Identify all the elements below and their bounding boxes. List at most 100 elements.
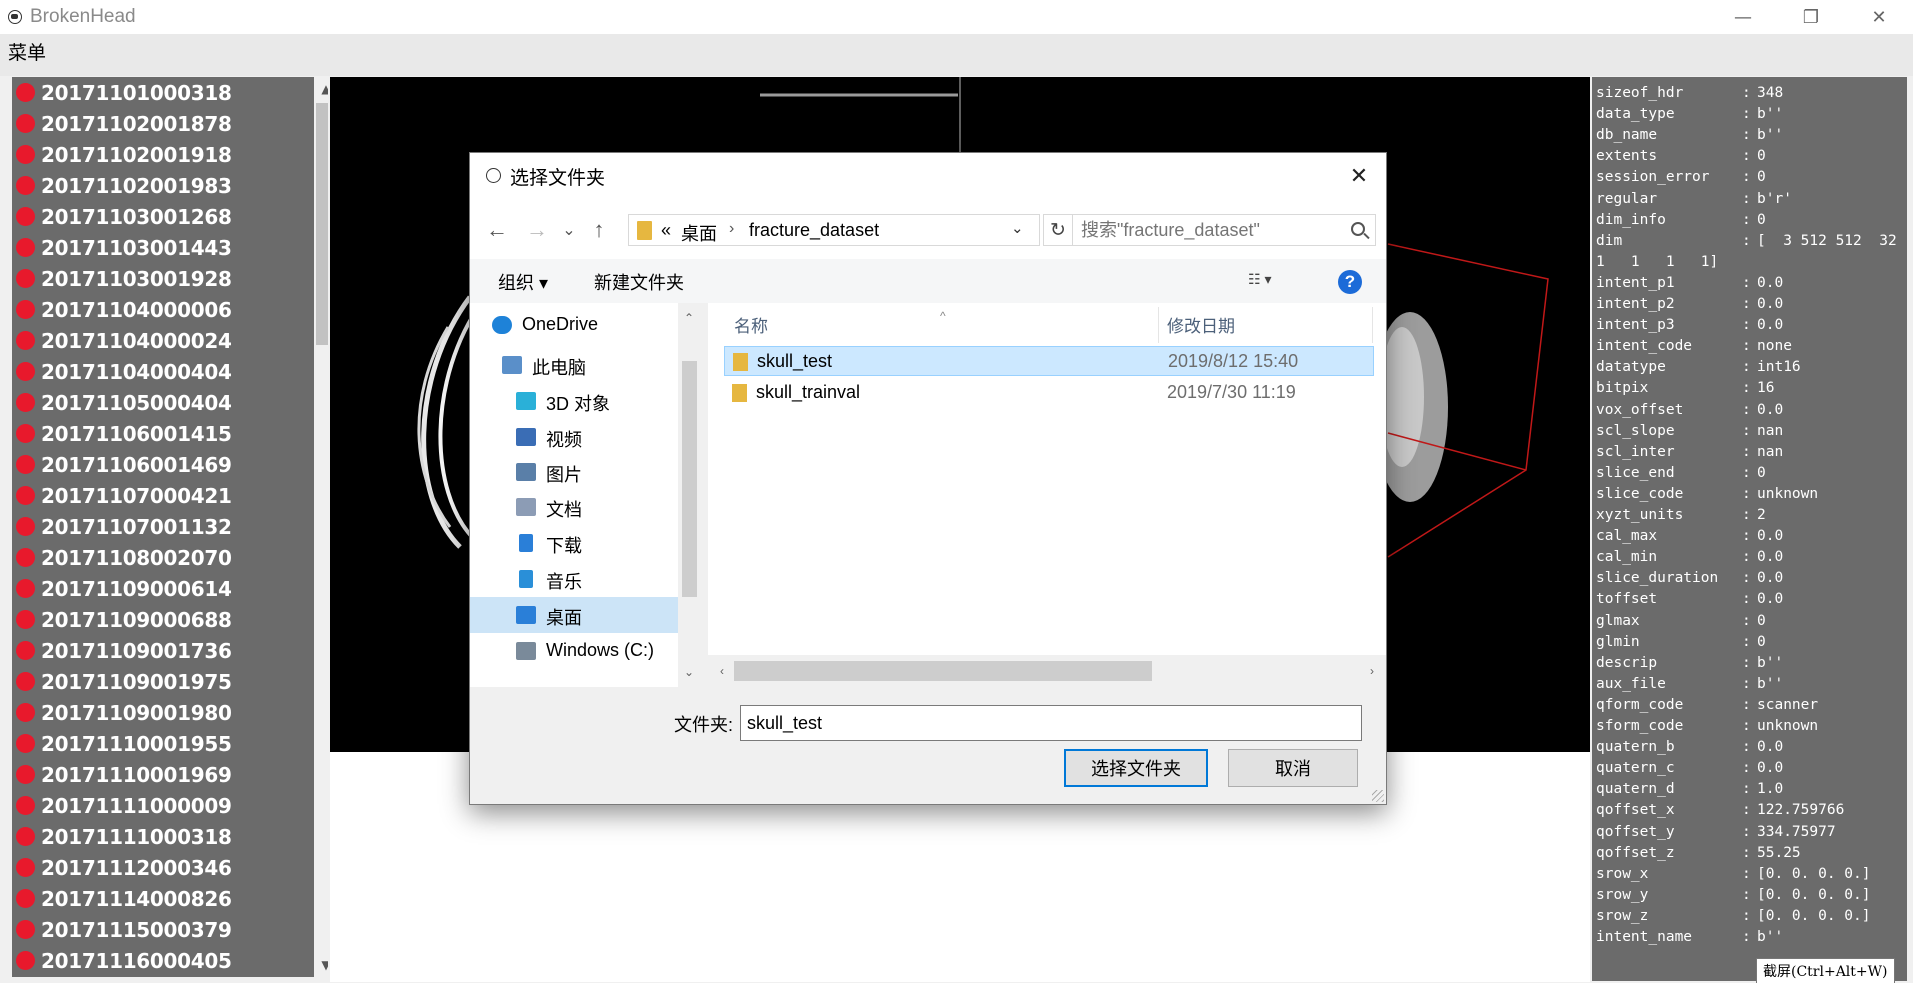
case-list-item[interactable]: 20171102001983 — [12, 170, 302, 201]
status-dot-icon — [16, 300, 35, 319]
status-dot-icon — [16, 920, 35, 939]
nav-item-download[interactable]: 下载 — [470, 525, 678, 561]
nav-item-desktop[interactable]: 桌面 — [470, 597, 678, 633]
case-list-item[interactable]: 20171106001415 — [12, 418, 302, 449]
nav-item-music[interactable]: 音乐 — [470, 561, 678, 597]
search-icon[interactable] — [1351, 222, 1365, 236]
case-list-item[interactable]: 20171110001955 — [12, 728, 302, 759]
nav-item-video[interactable]: 视频 — [470, 419, 678, 455]
case-list-item[interactable]: 20171108002070 — [12, 542, 302, 573]
case-list-item[interactable]: 20171114000826 — [12, 883, 302, 914]
recent-locations-icon[interactable]: ⌄ — [554, 215, 584, 245]
case-list-item[interactable]: 20171106001469 — [12, 449, 302, 480]
chevron-right-icon[interactable]: › — [729, 220, 734, 238]
address-overflow[interactable]: « — [661, 220, 671, 241]
case-list-item[interactable]: 20171103001268 — [12, 201, 302, 232]
case-list-item[interactable]: 20171109000688 — [12, 604, 302, 635]
case-list-item[interactable]: 20171102001878 — [12, 108, 302, 139]
case-list-item[interactable]: 20171115000379 — [12, 914, 302, 945]
dialog-close-button[interactable]: ✕ — [1344, 161, 1374, 191]
cancel-button[interactable]: 取消 — [1228, 749, 1358, 787]
case-list-item[interactable]: 20171101000318 — [12, 77, 302, 108]
search-box[interactable] — [1072, 214, 1376, 246]
scroll-down-arrow-icon[interactable]: ⌄ — [678, 661, 700, 683]
nav-item-pc[interactable]: 此电脑 — [470, 347, 678, 383]
address-bar[interactable]: « 桌面 › fracture_dataset ⌄ — [628, 214, 1040, 246]
scroll-down-arrow-icon[interactable]: ▼ — [314, 953, 328, 977]
case-list-item[interactable]: 20171110001969 — [12, 759, 302, 790]
case-list-item[interactable]: 20171111000318 — [12, 821, 302, 852]
nav-item-cloud[interactable]: OneDrive — [470, 307, 678, 343]
case-list-item[interactable]: 20171109001980 — [12, 697, 302, 728]
back-arrow-icon[interactable]: ← — [482, 215, 512, 245]
close-button[interactable]: ✕ — [1845, 0, 1913, 34]
breadcrumb-desktop[interactable]: 桌面 — [681, 220, 717, 246]
resize-grip-icon[interactable] — [1372, 790, 1384, 802]
nav-scroll-thumb[interactable] — [682, 361, 697, 597]
case-list-item[interactable]: 20171103001443 — [12, 232, 302, 263]
scroll-thumb[interactable] — [316, 103, 328, 345]
nav-item-drive[interactable]: Windows (C:) — [470, 633, 678, 669]
scroll-right-arrow-icon[interactable]: › — [1362, 661, 1382, 681]
header-field-value: 0 — [1757, 612, 1766, 629]
case-list-item[interactable]: 20171107000421 — [12, 480, 302, 511]
case-list-item[interactable]: 20171104000006 — [12, 294, 302, 325]
case-list-item[interactable]: 20171102001918 — [12, 139, 302, 170]
header-field-key: cal_max — [1596, 528, 1658, 545]
case-list-item[interactable]: 20171111000009 — [12, 790, 302, 821]
new-folder-button[interactable]: 新建文件夹 — [594, 269, 684, 295]
help-icon[interactable]: ? — [1338, 270, 1362, 294]
download-icon — [519, 534, 533, 552]
menu-main[interactable]: 菜单 — [8, 38, 46, 65]
case-list-item[interactable]: 20171105000404 — [12, 387, 302, 418]
header-field-row: intent_name: b'' — [1596, 927, 1783, 948]
case-list-item[interactable]: 20171103001928 — [12, 263, 302, 294]
status-dot-icon — [16, 796, 35, 815]
column-header-date[interactable]: 修改日期 — [1167, 303, 1235, 345]
case-list-item[interactable]: 20171109001975 — [12, 666, 302, 697]
nav-pane-scrollbar[interactable]: ⌃ ⌄ — [678, 303, 700, 687]
nav-item-cube[interactable]: 3D 对象 — [470, 383, 678, 419]
case-id-label: 20171106001415 — [41, 421, 232, 446]
restore-button[interactable]: ❐ — [1777, 0, 1845, 34]
folder-name-input[interactable] — [740, 705, 1362, 741]
forward-arrow-icon[interactable]: → — [522, 215, 552, 245]
select-folder-button[interactable]: 选择文件夹 — [1064, 749, 1208, 787]
file-list-hscrollbar[interactable]: ‹ › — [708, 655, 1386, 687]
case-list-item[interactable]: 20171112000346 — [12, 852, 302, 883]
case-list-item[interactable]: 20171107001132 — [12, 511, 302, 542]
file-row[interactable]: skull_trainval 2019/7/30 11:19 — [724, 378, 1374, 408]
case-list-item[interactable]: 20171104000404 — [12, 356, 302, 387]
scroll-up-arrow-icon[interactable]: ⌃ — [678, 307, 700, 329]
refresh-icon[interactable]: ↻ — [1043, 214, 1073, 246]
nav-item-document[interactable]: 文档 — [470, 489, 678, 525]
case-list-item[interactable]: 20171109000614 — [12, 573, 302, 604]
hscroll-thumb[interactable] — [734, 661, 1152, 681]
column-separator[interactable] — [1372, 307, 1373, 343]
header-field-key: bitpix — [1596, 380, 1649, 397]
header-field-row: extents:0 — [1596, 146, 1766, 167]
column-separator[interactable] — [1158, 307, 1159, 343]
header-field-separator: : — [1742, 633, 1751, 650]
nav-item-picture[interactable]: 图片 — [470, 454, 678, 490]
select-folder-dialog: 选择文件夹 ✕ ← → ⌄ ↑ « 桌面 › fracture_dataset … — [469, 152, 1387, 805]
chevron-down-icon[interactable]: ⌄ — [1011, 219, 1024, 237]
minimize-button[interactable]: — — [1709, 0, 1777, 34]
header-field-key: slice_duration — [1596, 570, 1719, 587]
case-list-item[interactable]: 20171109001736 — [12, 635, 302, 666]
view-options-icon[interactable]: ☷ ▾ — [1248, 271, 1298, 293]
scroll-up-arrow-icon[interactable]: ▲ — [314, 77, 328, 101]
case-list-scrollbar[interactable]: ▲ ▼ — [314, 77, 328, 977]
case-list-item[interactable]: 20171104000024 — [12, 325, 302, 356]
scroll-left-arrow-icon[interactable]: ‹ — [712, 661, 732, 681]
up-arrow-icon[interactable]: ↑ — [584, 215, 614, 245]
case-list-item[interactable]: 20171116000405 — [12, 945, 302, 976]
breadcrumb-fracture-dataset[interactable]: fracture_dataset — [749, 220, 879, 241]
search-input[interactable] — [1081, 220, 1341, 240]
file-row[interactable]: skull_test 2019/8/12 15:40 — [724, 346, 1374, 376]
column-header-name[interactable]: 名称 — [734, 303, 768, 345]
header-field-key: descrip — [1596, 654, 1658, 671]
status-dot-icon — [16, 362, 35, 381]
organize-button[interactable]: 组织 ▾ — [498, 269, 548, 295]
header-field-value: nan — [1757, 422, 1784, 439]
